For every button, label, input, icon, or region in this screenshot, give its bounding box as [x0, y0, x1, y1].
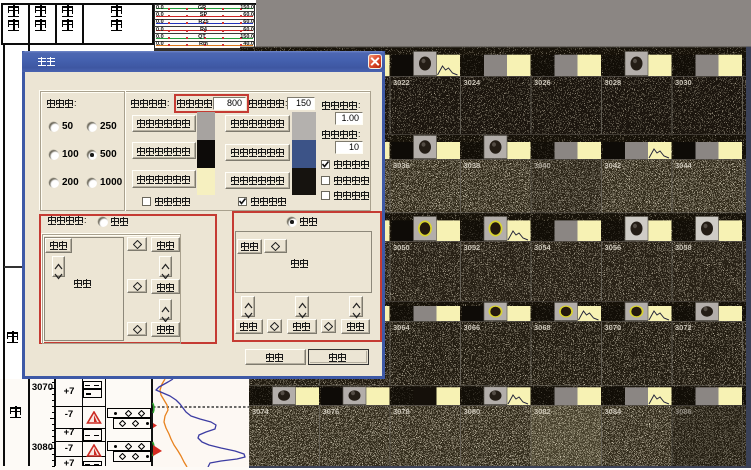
- svg-text:3076: 3076: [323, 407, 340, 416]
- svg-text:3024: 3024: [464, 78, 482, 87]
- svg-text:3050: 3050: [393, 243, 410, 252]
- svg-text:3028: 3028: [605, 78, 622, 87]
- svg-text:3068: 3068: [534, 323, 551, 332]
- svg-text:3074: 3074: [252, 407, 270, 416]
- svg-text:3070: 3070: [605, 323, 622, 332]
- svg-text:3042: 3042: [605, 161, 622, 170]
- svg-text:3066: 3066: [464, 323, 481, 332]
- svg-text:3052: 3052: [464, 243, 481, 252]
- svg-text:3064: 3064: [393, 323, 411, 332]
- svg-text:3078: 3078: [393, 407, 410, 416]
- svg-text:3056: 3056: [605, 243, 622, 252]
- svg-text:3036: 3036: [393, 161, 410, 170]
- svg-text:3080: 3080: [464, 407, 481, 416]
- svg-text:3072: 3072: [675, 323, 692, 332]
- svg-text:3026: 3026: [534, 78, 551, 87]
- svg-text:3038: 3038: [464, 161, 481, 170]
- svg-text:3084: 3084: [605, 407, 623, 416]
- svg-text:3054: 3054: [534, 243, 552, 252]
- svg-text:3044: 3044: [675, 161, 693, 170]
- svg-text:3022: 3022: [393, 78, 410, 87]
- svg-text:3030: 3030: [675, 78, 692, 87]
- svg-text:3058: 3058: [675, 243, 692, 252]
